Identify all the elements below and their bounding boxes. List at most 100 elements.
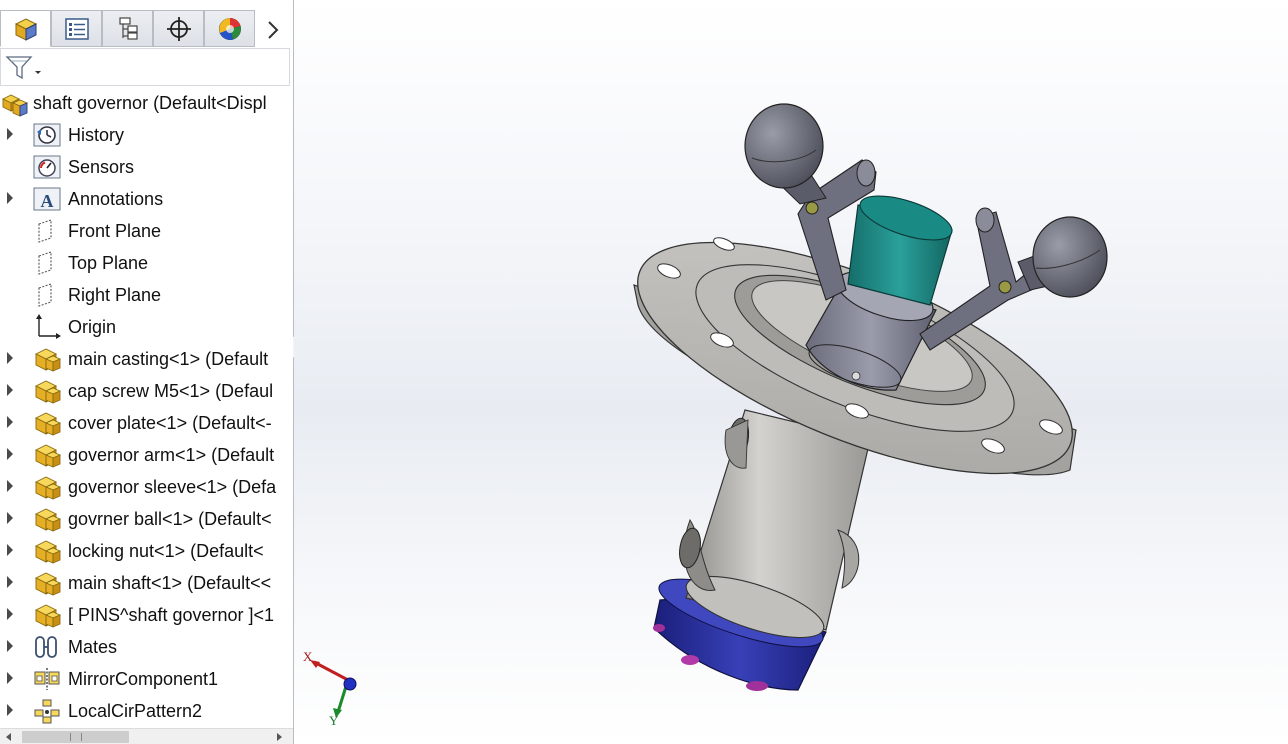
graphics-viewport[interactable]: X Y	[294, 0, 1288, 744]
tree-item[interactable]: Mates	[0, 631, 293, 663]
tree-item[interactable]: MirrorComponent1	[0, 663, 293, 695]
part-icon	[33, 346, 62, 372]
mirror-component-icon	[33, 666, 61, 692]
tree-item[interactable]: Right Plane	[0, 279, 293, 311]
part-icon	[33, 378, 62, 404]
expand-caret-icon[interactable]	[7, 576, 13, 588]
tree-item[interactable]: govrner ball<1> (Default<	[0, 503, 293, 535]
expand-caret-icon[interactable]	[7, 352, 13, 364]
tree-item[interactable]: A Annotations	[0, 183, 293, 215]
configuration-tree-icon	[119, 17, 138, 40]
funnel-icon[interactable]	[5, 55, 45, 81]
more-tabs-button[interactable]	[258, 18, 288, 42]
tree-item[interactable]: main shaft<1> (Default<<	[0, 567, 293, 599]
expand-caret-icon[interactable]	[7, 640, 13, 652]
tree-item[interactable]: cover plate<1> (Default<-	[0, 407, 293, 439]
part-icon	[33, 410, 62, 436]
tree-item[interactable]: History	[0, 119, 293, 151]
tree-item[interactable]: governor arm<1> (Default	[0, 439, 293, 471]
tree-item[interactable]: main casting<1> (Default	[0, 343, 293, 375]
plane-icon	[33, 250, 61, 276]
tree-item[interactable]: cap screw M5<1> (Defaul	[0, 375, 293, 407]
part-icon	[33, 602, 62, 628]
history-icon	[33, 122, 61, 148]
scroll-left-icon[interactable]	[6, 733, 11, 741]
tree-item-label: Front Plane	[68, 221, 162, 241]
tree-item-label: LocalCirPattern2	[68, 701, 203, 721]
tree-item-label: governor arm<1> (Default	[68, 445, 275, 465]
tree-item-label: Annotations	[68, 189, 164, 209]
tree-item-label: cover plate<1> (Default<-	[68, 413, 272, 433]
color-sphere-icon	[219, 18, 241, 40]
expand-caret-icon[interactable]	[7, 544, 13, 556]
circular-pattern-icon	[33, 698, 61, 724]
tree-item-label: [ PINS^shaft governor ]<1	[68, 605, 275, 625]
expand-caret-icon[interactable]	[7, 480, 13, 492]
tree-root-assembly[interactable]: shaft governor (Default<Displ	[0, 87, 293, 119]
tree-item[interactable]: governor sleeve<1> (Defa	[0, 471, 293, 503]
tree-item-label: Origin	[68, 317, 117, 337]
tree-item-label: History	[68, 125, 125, 145]
expand-caret-icon[interactable]	[7, 512, 13, 524]
part-cube-icon	[14, 18, 38, 41]
feature-manager-panel: shaft governor (Default<Displ History Sen…	[0, 0, 294, 744]
tree-item[interactable]: Sensors	[0, 151, 293, 183]
tree-root-label: shaft governor (Default<Displ	[33, 93, 267, 113]
governor-ball-right[interactable]	[1017, 216, 1108, 298]
tree-item-label: govrner ball<1> (Default<	[68, 509, 272, 529]
displaymanager-tab[interactable]	[204, 10, 255, 47]
governor-ball-left[interactable]	[744, 103, 827, 205]
tree-item-label: Top Plane	[68, 253, 149, 273]
featuremanager-tab[interactable]	[0, 10, 51, 47]
tree-item[interactable]: Origin	[0, 311, 293, 343]
main-shaft[interactable]	[847, 187, 957, 306]
tree-item-label: locking nut<1> (Default<	[68, 541, 264, 561]
tree-item-label: cap screw M5<1> (Defaul	[68, 381, 274, 401]
scroll-right-icon[interactable]	[277, 733, 282, 741]
reference-triad[interactable]: X Y	[300, 646, 370, 735]
configurationmanager-tab[interactable]	[102, 10, 153, 47]
triad-x-label: X	[303, 649, 313, 664]
expand-caret-icon[interactable]	[7, 672, 13, 684]
tree-item[interactable]: LocalCirPattern2	[0, 695, 293, 727]
tree-item-label: main casting<1> (Default	[68, 349, 269, 369]
tree-item-label: Sensors	[68, 157, 135, 177]
annotation-icon: A	[33, 186, 61, 212]
chevron-right-icon	[268, 21, 279, 39]
tree-item[interactable]: [ PINS^shaft governor ]<1	[0, 599, 293, 631]
tree-item-label: main shaft<1> (Default<<	[68, 573, 272, 593]
dimxpert-tab[interactable]	[153, 10, 204, 47]
tree-item-label: governor sleeve<1> (Defa	[68, 477, 277, 497]
expand-caret-icon[interactable]	[7, 416, 13, 428]
part-icon	[33, 442, 62, 468]
tree-item[interactable]: locking nut<1> (Default<	[0, 535, 293, 567]
manager-tab-bar	[0, 10, 293, 48]
expand-caret-icon[interactable]	[7, 128, 13, 140]
property-list-icon	[65, 18, 89, 40]
tree-filter-bar	[0, 48, 290, 86]
propertymanager-tab[interactable]	[51, 10, 102, 47]
tree-item[interactable]: Top Plane	[0, 247, 293, 279]
scrollbar-grip-icon	[70, 733, 82, 741]
shaft-governor-model[interactable]	[294, 0, 1288, 744]
tree-item-label: Right Plane	[68, 285, 162, 305]
horizontal-scrollbar[interactable]	[0, 728, 293, 744]
expand-caret-icon[interactable]	[7, 704, 13, 716]
plane-icon	[33, 218, 61, 244]
tree-item-label: Mates	[68, 637, 118, 657]
expand-caret-icon[interactable]	[7, 448, 13, 460]
tree-item-label: MirrorComponent1	[68, 669, 219, 689]
plane-icon	[33, 282, 61, 308]
expand-caret-icon[interactable]	[7, 608, 13, 620]
triad-y-label: Y	[329, 713, 339, 728]
mates-icon	[33, 634, 61, 660]
part-icon	[33, 538, 62, 564]
part-icon	[33, 506, 62, 532]
crosshair-icon	[167, 17, 191, 41]
assembly-icon	[1, 94, 29, 117]
sensor-gauge-icon	[33, 154, 61, 180]
tree-item[interactable]: Front Plane	[0, 215, 293, 247]
expand-caret-icon[interactable]	[7, 192, 13, 204]
svg-text:A: A	[41, 191, 54, 211]
expand-caret-icon[interactable]	[7, 384, 13, 396]
